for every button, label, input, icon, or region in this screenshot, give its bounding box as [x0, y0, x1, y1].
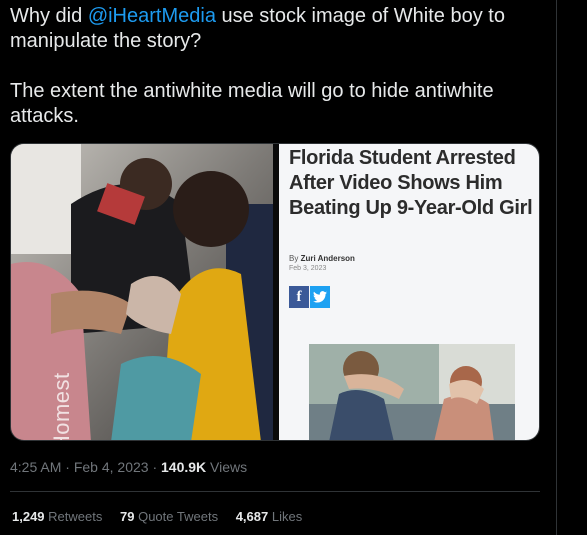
likes-stat[interactable]: 4,687 Likes	[236, 509, 303, 524]
tweet-text: Why did @iHeartMedia use stock image of …	[10, 4, 546, 129]
twitter-bird-icon	[310, 286, 330, 308]
tweet-media-image[interactable]: @Homest Florida Student Arrested After V…	[10, 143, 540, 441]
quote-tweets-stat[interactable]: 79 Quote Tweets	[120, 509, 218, 524]
meta-separator: ·	[61, 459, 74, 475]
tweet-date[interactable]: Feb 4, 2023	[74, 459, 149, 475]
engagement-stats: 1,249 Retweets 79 Quote Tweets 4,687 Lik…	[12, 509, 316, 524]
likes-count: 4,687	[235, 509, 269, 524]
byline-prefix: By	[289, 254, 301, 263]
retweets-stat[interactable]: 1,249 Retweets	[12, 509, 102, 524]
divider	[10, 491, 540, 492]
article-byline: By Zuri Anderson	[289, 254, 355, 263]
video-watermark: @Homest	[49, 372, 74, 441]
video-still-photo: @Homest	[11, 144, 273, 441]
share-buttons: f	[289, 286, 330, 308]
article-headline: Florida Student Arrested After Video Sho…	[289, 147, 533, 219]
tweet-paragraph-2: The extent the antiwhite media will go t…	[10, 80, 494, 127]
tweet-paragraph-1: Why did @iHeartMedia use stock image of …	[10, 4, 546, 54]
meta-separator-2: ·	[148, 459, 162, 475]
views-count: 140.9K	[161, 459, 207, 475]
tweet-meta: 4:25 AM · Feb 4, 2023 · 140.9K Views	[10, 459, 247, 475]
tweet-detail: Why did @iHeartMedia use stock image of …	[0, 0, 556, 535]
facebook-icon: f	[289, 286, 309, 308]
quotes-count: 79	[120, 509, 135, 524]
article-date: Feb 3, 2023	[289, 265, 327, 272]
article-author: Zuri Anderson	[300, 254, 355, 263]
tweet-text-prefix: Why did	[10, 5, 88, 27]
views-label: Views	[206, 459, 248, 475]
retweets-label: Retweets	[48, 509, 103, 524]
article-stock-photo	[309, 344, 515, 440]
likes-label: Likes	[271, 509, 303, 524]
tweet-time[interactable]: 4:25 AM	[10, 459, 61, 475]
column-divider	[556, 0, 557, 535]
article-screenshot: Florida Student Arrested After Video Sho…	[279, 144, 539, 440]
retweets-count: 1,249	[12, 509, 45, 524]
quotes-label: Quote Tweets	[138, 509, 219, 524]
mention-link[interactable]: @iHeartMedia	[88, 5, 216, 27]
